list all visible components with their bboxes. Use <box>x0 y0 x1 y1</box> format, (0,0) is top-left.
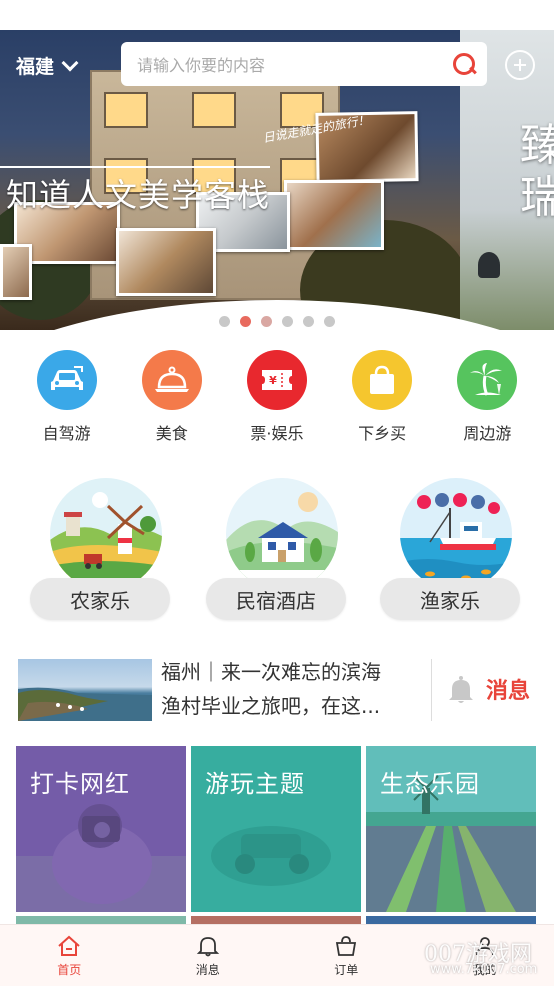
featured-label: 农家乐 <box>30 578 170 620</box>
theme-card-title: 打卡网红 <box>30 770 130 798</box>
ticket-icon: ¥ <box>246 350 307 410</box>
carousel-dot[interactable] <box>303 316 314 327</box>
tab-messages[interactable]: 消息 <box>139 925 278 986</box>
banner-title: 知道人文美学客栈 <box>6 176 271 214</box>
carousel-indicator <box>0 316 554 327</box>
theme-card-eco-park[interactable]: 生态乐园 <box>366 746 536 912</box>
theme-card-title: 游玩主题 <box>205 770 305 798</box>
shopping-bag-icon <box>352 350 413 410</box>
watermark-url: www.7k007.com <box>430 962 538 977</box>
category-food[interactable]: 美食 <box>122 350 222 444</box>
tab-label: 订单 <box>334 963 359 977</box>
search-icon[interactable] <box>449 49 479 79</box>
news-text[interactable]: 福州｜来一次难忘的滨海 渔村毕业之旅吧，在这... <box>161 655 423 723</box>
bell-icon <box>196 937 219 957</box>
svg-text:¥: ¥ <box>269 374 277 387</box>
category-label: 票·娱乐 <box>250 424 304 443</box>
category-label: 自驾游 <box>42 424 91 443</box>
bag-icon <box>336 936 357 956</box>
next-slide-text: 臻瑞 <box>520 120 554 223</box>
category-label: 下乡买 <box>358 424 407 443</box>
category-label: 美食 <box>155 424 188 443</box>
category-nearby-trips[interactable]: 周边游 <box>437 350 537 444</box>
room-photo <box>0 244 32 300</box>
search-bar[interactable]: 请输入你要的内容 <box>121 42 487 86</box>
home-icon <box>58 935 80 956</box>
theme-card-title: 生态乐园 <box>380 770 480 798</box>
news-line-1: 福州｜来一次难忘的滨海 <box>161 660 381 684</box>
tab-orders[interactable]: 订单 <box>277 925 416 986</box>
tab-label: 消息 <box>195 963 220 977</box>
category-grid: 自驾游 美食 ¥ 票·娱乐 下乡买 周边游 <box>0 350 554 444</box>
category-self-drive[interactable]: 自驾游 <box>17 350 117 444</box>
featured-label: 民宿酒店 <box>206 578 346 620</box>
category-label: 周边游 <box>463 424 512 443</box>
palm-tree-icon <box>457 350 518 410</box>
lamp-shape <box>478 252 500 278</box>
category-tickets[interactable]: ¥ 票·娱乐 <box>227 350 327 444</box>
bell-icon[interactable] <box>448 675 474 705</box>
farm-windmill-illustration <box>50 478 162 590</box>
divider <box>431 659 432 721</box>
featured-farm-stay[interactable]: 农家乐 <box>30 474 170 624</box>
food-cloche-icon <box>141 350 202 410</box>
add-button[interactable] <box>505 50 535 80</box>
homestay-illustration <box>226 478 338 590</box>
carousel-dot[interactable] <box>324 316 335 327</box>
theme-card-checkin[interactable]: 打卡网红 <box>16 746 186 912</box>
room-photo <box>116 228 216 296</box>
banner-title-underline <box>0 166 270 168</box>
status-bar <box>0 0 554 30</box>
carousel-dot[interactable] <box>261 316 272 327</box>
featured-homestay[interactable]: 民宿酒店 <box>206 474 346 624</box>
fishing-boat-illustration <box>400 478 512 590</box>
search-input[interactable]: 请输入你要的内容 <box>137 52 449 76</box>
chevron-down-icon <box>61 54 79 71</box>
carousel-dot[interactable] <box>282 316 293 327</box>
news-line-2: 渔村毕业之旅吧，在这... <box>161 694 381 718</box>
tab-label: 首页 <box>57 963 82 977</box>
news-thumbnail <box>18 659 152 721</box>
featured-fishing-village[interactable]: 渔家乐 <box>380 474 520 624</box>
city-label: 福建 <box>16 56 55 78</box>
car-icon <box>36 350 97 410</box>
theme-cards: 打卡网红 游玩主题 生态乐园 <box>16 746 538 928</box>
carousel-dot-active[interactable] <box>240 316 251 327</box>
tab-home[interactable]: 首页 <box>0 925 139 986</box>
carousel-dot[interactable] <box>219 316 230 327</box>
city-selector[interactable]: 福建 <box>16 52 79 79</box>
theme-card-play[interactable]: 游玩主题 <box>191 746 361 912</box>
messages-label[interactable]: 消息 <box>486 673 530 705</box>
room-photo <box>284 180 384 250</box>
featured-label: 渔家乐 <box>380 578 520 620</box>
category-countryside-shop[interactable]: 下乡买 <box>332 350 432 444</box>
news-headline[interactable]: 福州｜来一次难忘的滨海 渔村毕业之旅吧，在这... 消息 <box>18 655 538 725</box>
